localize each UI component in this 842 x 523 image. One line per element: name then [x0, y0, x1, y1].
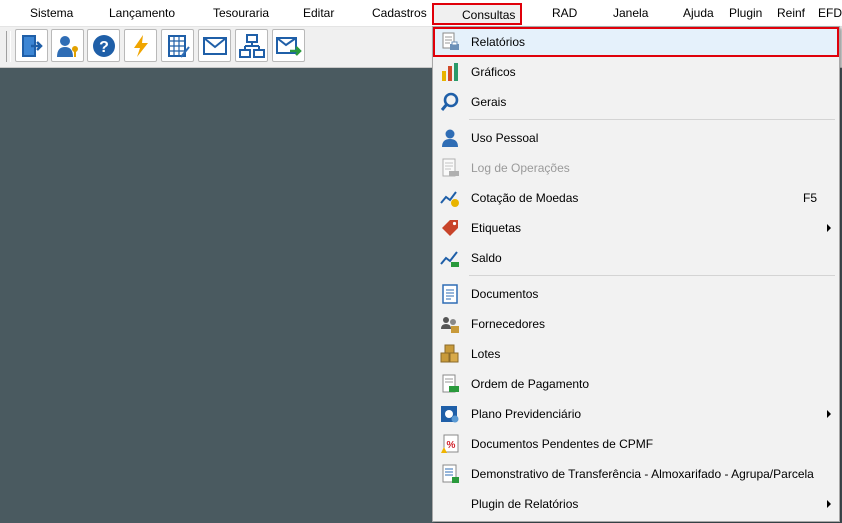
menu-item-label: Uso Pessoal — [471, 131, 539, 145]
menu-item-gerais[interactable]: Gerais — [433, 87, 839, 117]
pension-plan-icon — [440, 404, 460, 424]
menu-item-label: Relatórios — [471, 35, 526, 49]
menu-sistema[interactable]: Sistema — [30, 0, 73, 26]
help-icon: ? — [93, 35, 115, 57]
submenu-arrow-icon — [827, 410, 831, 418]
svg-text:%: % — [447, 440, 456, 451]
envelope-icon — [203, 37, 227, 55]
log-file-icon — [440, 158, 460, 178]
document-icon — [440, 284, 460, 304]
submenu-arrow-icon — [827, 224, 831, 232]
menu-item-label: Ordem de Pagamento — [471, 377, 590, 391]
send-mail-button[interactable] — [272, 29, 305, 62]
balance-chart-icon — [440, 248, 460, 268]
menu-consultas[interactable]: Consultas — [432, 3, 522, 25]
menu-item-label: Log de Operações — [471, 161, 570, 175]
report-printer-icon — [440, 32, 460, 52]
quick-action-button[interactable] — [124, 29, 157, 62]
menu-separator — [469, 119, 835, 120]
menu-rad[interactable]: RAD — [552, 0, 577, 26]
toolbar-grip[interactable] — [6, 31, 11, 62]
menu-item-label: Saldo — [471, 251, 502, 265]
menu-item-label: Cotação de Moedas — [471, 191, 579, 205]
submenu-arrow-icon — [827, 500, 831, 508]
menu-item-demonstrativo-transferencia[interactable]: Demonstrativo de Transferência - Almoxar… — [433, 459, 839, 489]
network-diagram-icon — [239, 34, 265, 58]
calculator-building-icon — [168, 35, 190, 58]
menu-item-plugin-de-relatorios[interactable]: Plugin de Relatórios — [433, 489, 839, 519]
consultas-dropdown-menu: Relatórios Gráficos Gerais Uso Pessoal L… — [432, 26, 840, 522]
bar-chart-icon — [440, 62, 460, 82]
calculator-button[interactable] — [161, 29, 194, 62]
user-key-icon — [57, 36, 78, 57]
mail-button[interactable] — [198, 29, 231, 62]
menu-item-label: Documentos — [471, 287, 539, 301]
menu-item-shortcut: F5 — [802, 191, 817, 205]
diagram-button[interactable] — [235, 29, 268, 62]
mail-send-icon — [276, 37, 302, 56]
menu-item-label: Gráficos — [471, 65, 516, 79]
user-access-button[interactable] — [51, 29, 84, 62]
exit-button[interactable] — [15, 29, 48, 62]
menu-tesouraria[interactable]: Tesouraria — [213, 0, 269, 26]
menu-item-documentos[interactable]: Documentos — [433, 279, 839, 309]
menu-bar: Sistema Lançamento Tesouraria Editar Cad… — [0, 0, 842, 27]
boxes-icon — [440, 344, 460, 364]
svg-text:?: ? — [99, 39, 109, 56]
menu-item-label: Plano Previdenciário — [471, 407, 582, 421]
menu-item-label: Documentos Pendentes de CPMF — [471, 437, 654, 451]
menu-editar[interactable]: Editar — [303, 0, 334, 26]
menu-item-graficos[interactable]: Gráficos — [433, 57, 839, 87]
menu-efd[interactable]: EFD — [818, 0, 842, 26]
price-tag-icon — [440, 218, 460, 238]
menu-item-log-de-operacoes[interactable]: Log de Operações — [433, 153, 839, 183]
menu-item-documentos-pendentes-cpmf[interactable]: % Documentos Pendentes de CPMF — [433, 429, 839, 459]
suppliers-icon — [440, 314, 460, 334]
magnifier-icon — [440, 92, 460, 112]
menu-item-label: Fornecedores — [471, 317, 546, 331]
menu-item-etiquetas[interactable]: Etiquetas — [433, 213, 839, 243]
menu-item-label: Lotes — [471, 347, 501, 361]
menu-consultas-label: Consultas — [462, 8, 516, 22]
payment-order-icon — [440, 374, 460, 394]
menu-item-cotacao-de-moedas[interactable]: Cotação de Moedas F5 — [433, 183, 839, 213]
person-icon — [440, 128, 460, 148]
menu-separator — [469, 275, 835, 276]
menu-cadastros[interactable]: Cadastros — [372, 0, 427, 26]
menu-item-label: Etiquetas — [471, 221, 522, 235]
menu-janela[interactable]: Janela — [613, 0, 648, 26]
menu-reinf[interactable]: Reinf — [777, 0, 805, 26]
menu-item-uso-pessoal[interactable]: Uso Pessoal — [433, 123, 839, 153]
menu-lancamento[interactable]: Lançamento — [109, 0, 175, 26]
exit-door-icon — [22, 35, 43, 57]
help-button[interactable]: ? — [87, 29, 120, 62]
lightning-icon — [134, 35, 148, 57]
pending-cpmf-icon: % — [440, 434, 460, 454]
menu-item-fornecedores[interactable]: Fornecedores — [433, 309, 839, 339]
menu-item-saldo[interactable]: Saldo — [433, 243, 839, 273]
menu-item-relatorios[interactable]: Relatórios — [433, 27, 839, 57]
menu-item-plano-previdenciario[interactable]: Plano Previdenciário — [433, 399, 839, 429]
menu-item-ordem-de-pagamento[interactable]: Ordem de Pagamento — [433, 369, 839, 399]
menu-ajuda[interactable]: Ajuda — [683, 0, 714, 26]
menu-item-lotes[interactable]: Lotes — [433, 339, 839, 369]
transfer-statement-icon — [440, 464, 460, 484]
currency-chart-icon — [440, 188, 460, 208]
menu-item-label: Gerais — [471, 95, 507, 109]
menu-plugin[interactable]: Plugin — [729, 0, 762, 26]
menu-item-label: Demonstrativo de Transferência - Almoxar… — [471, 467, 814, 481]
menu-item-label: Plugin de Relatórios — [471, 497, 579, 511]
